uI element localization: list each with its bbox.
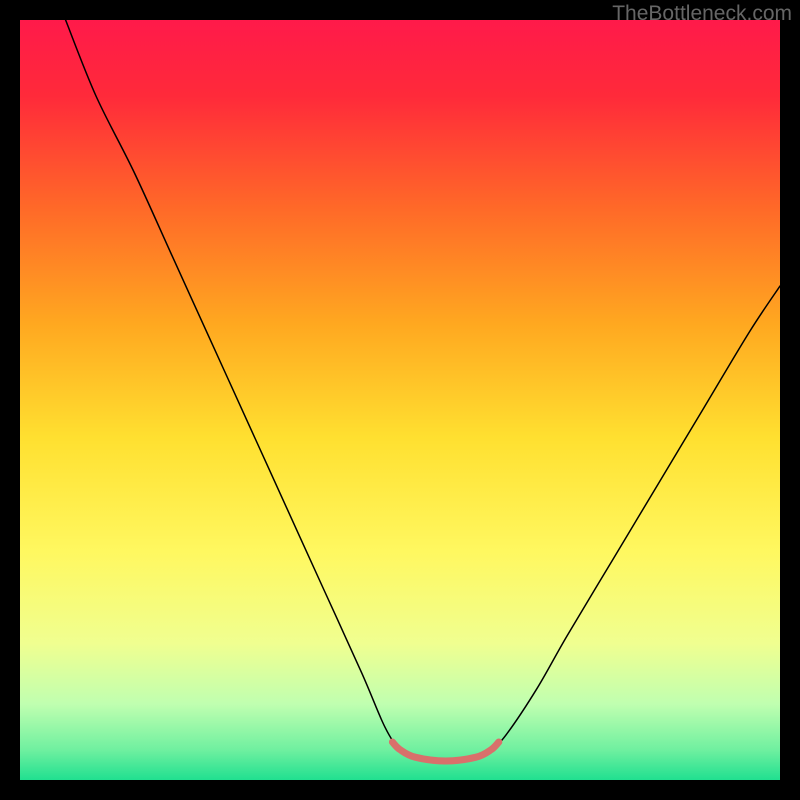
chart-plot xyxy=(20,20,780,780)
watermark-text: TheBottleneck.com xyxy=(612,2,792,26)
gradient-background xyxy=(20,20,780,780)
chart-container: TheBottleneck.com xyxy=(0,0,800,800)
